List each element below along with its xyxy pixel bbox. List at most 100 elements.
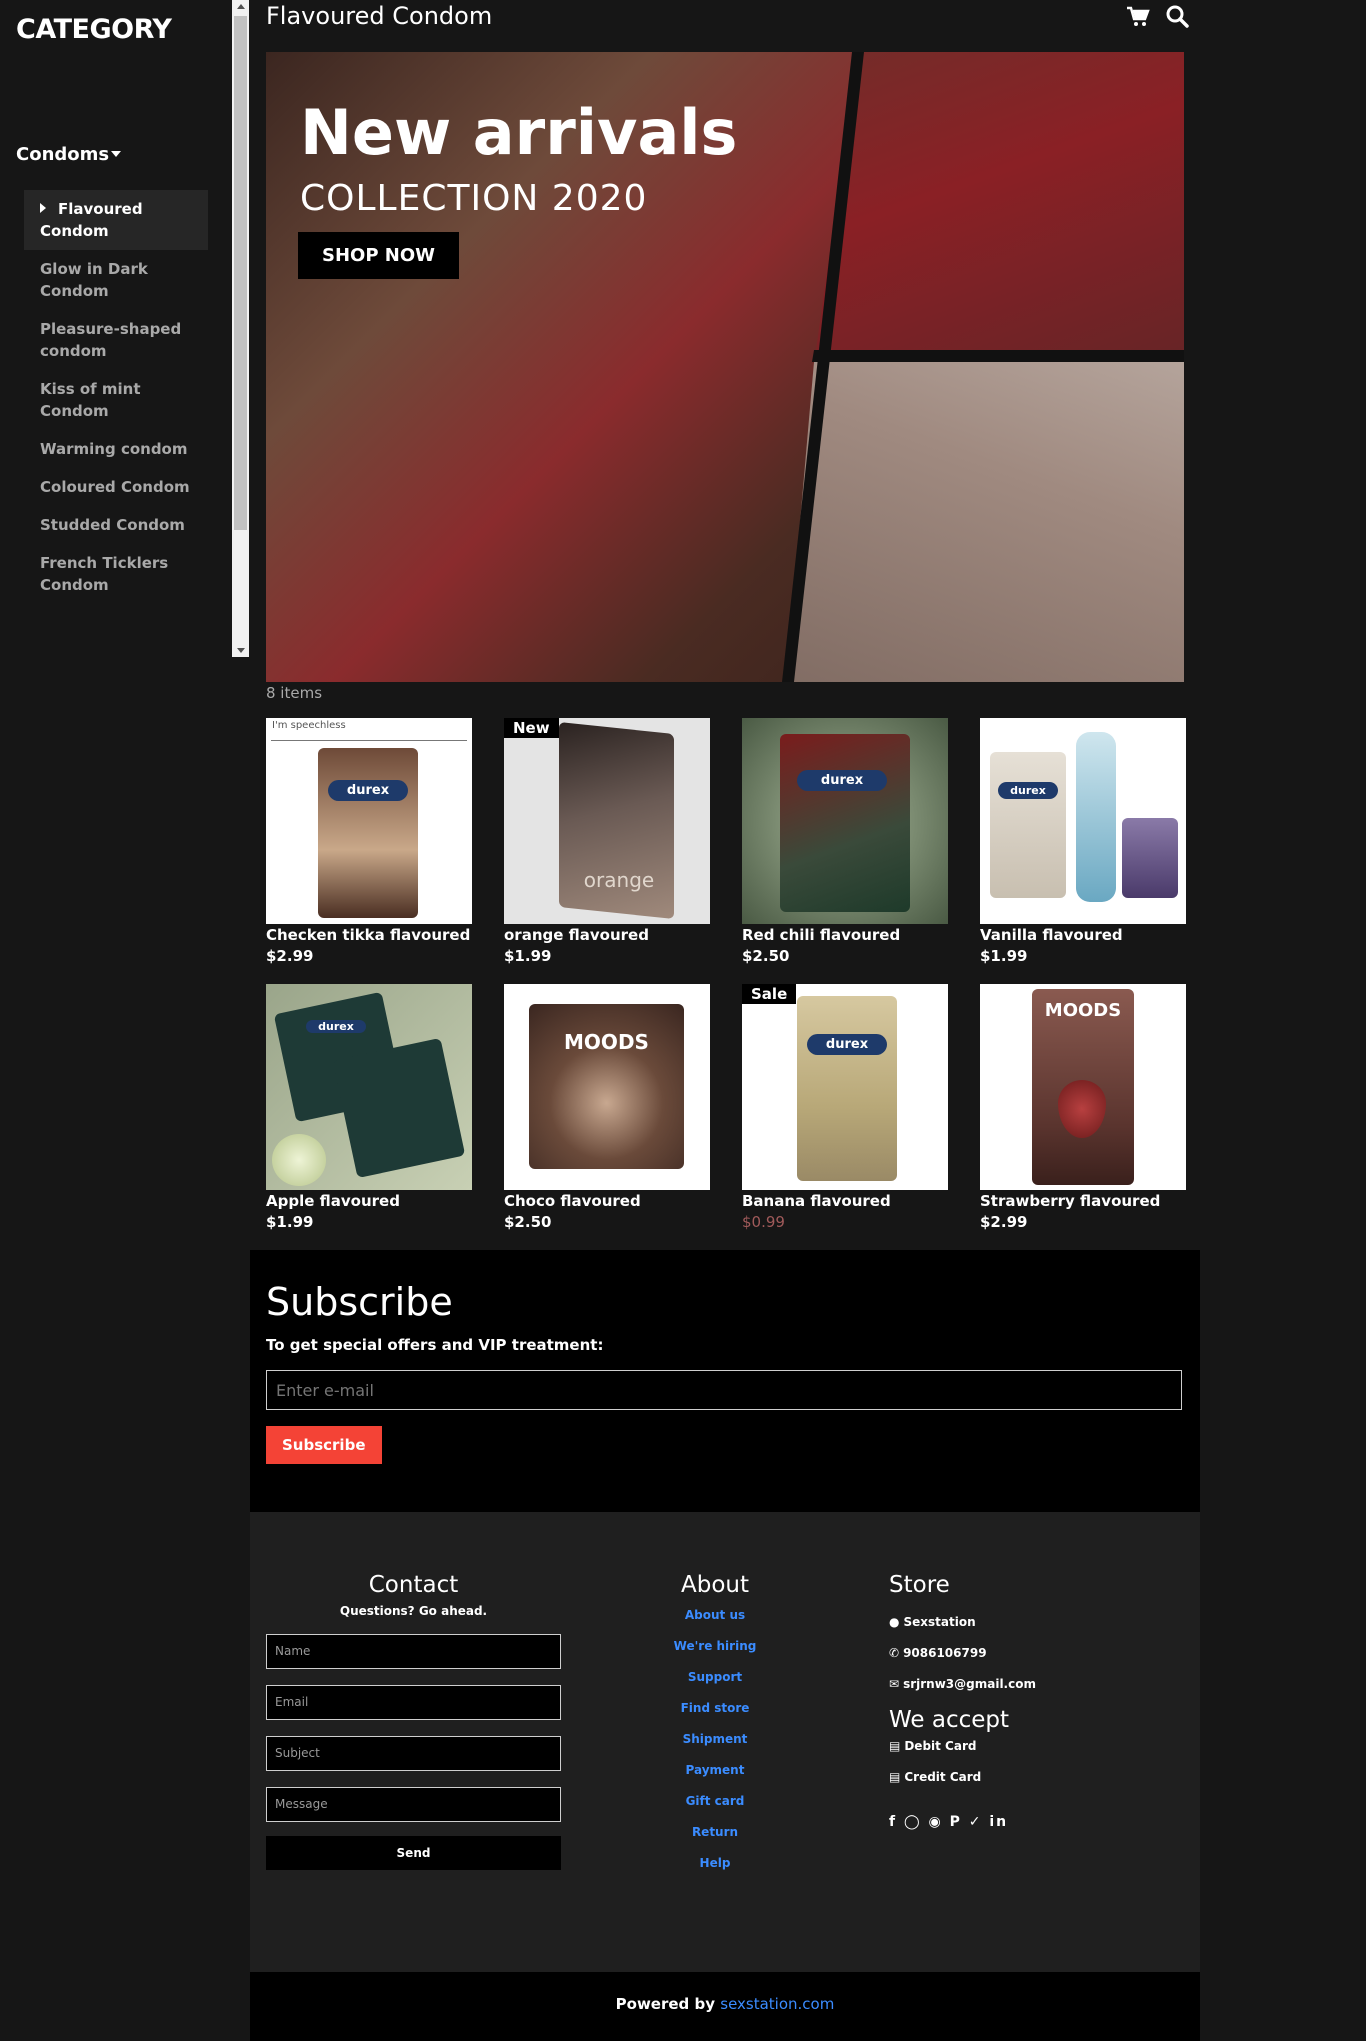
product-card[interactable]: orange New orange flavoured $1.99: [504, 718, 710, 965]
category-item-warming[interactable]: Warming condom: [24, 430, 208, 468]
product-brand-label: MOODS: [1044, 1000, 1122, 1021]
store-name: Sexstation: [903, 1615, 976, 1629]
scroll-thumb[interactable]: [234, 16, 247, 530]
product-image[interactable]: MOODS: [980, 984, 1186, 1190]
product-name[interactable]: Vanilla flavoured: [980, 926, 1186, 944]
product-badge-sale: Sale: [742, 984, 797, 1004]
product-name[interactable]: Apple flavoured: [266, 1192, 472, 1210]
product-brand-label: durex: [998, 782, 1058, 799]
product-card[interactable]: durex Red chili flavoured $2.50: [742, 718, 948, 965]
cart-icon[interactable]: [1126, 6, 1150, 32]
about-title: About: [680, 1572, 749, 1598]
accept-title: We accept: [889, 1707, 1010, 1733]
phone-number: 9086106799: [903, 1646, 987, 1660]
scroll-down-icon[interactable]: [237, 648, 245, 653]
product-brand-label: durex: [807, 1034, 887, 1055]
product-box: [318, 748, 418, 918]
product-image[interactable]: orange New: [504, 718, 710, 924]
hero-headline: New arrivals: [300, 96, 738, 169]
phone-icon: ✆: [889, 1646, 900, 1660]
product-name[interactable]: Red chili flavoured: [742, 926, 948, 944]
caret-down-icon: [111, 151, 122, 157]
product-name[interactable]: Checken tikka flavoured: [266, 926, 472, 944]
name-field[interactable]: Name: [266, 1634, 561, 1669]
product-brand-label: durex: [328, 780, 408, 801]
about-link[interactable]: Payment: [590, 1763, 840, 1777]
product-image[interactable]: durex: [742, 718, 948, 924]
product-card[interactable]: I'm speechless durex Checken tikka flavo…: [266, 718, 472, 965]
email-address: srjrnw3@gmail.com: [903, 1677, 1036, 1691]
category-item-french[interactable]: French Ticklers Condom: [24, 544, 208, 604]
product-image-caption: I'm speechless: [272, 720, 346, 731]
powered-link[interactable]: sexstation.com: [720, 1995, 834, 2013]
category-item-flavoured[interactable]: Flavoured Condom: [24, 190, 208, 250]
product-bottle: [1076, 732, 1116, 902]
product-image[interactable]: durex: [266, 984, 472, 1190]
product-box: [797, 996, 897, 1181]
contact-section: Contact Questions? Go ahead. Name Email …: [266, 1572, 561, 1870]
product-image[interactable]: I'm speechless durex: [266, 718, 472, 924]
product-price: $2.50: [504, 1213, 552, 1231]
facebook-icon[interactable]: f: [889, 1814, 897, 1830]
product-card[interactable]: MOODS Strawberry flavoured $2.99: [980, 984, 1186, 1231]
subscribe-section: Subscribe To get special offers and VIP …: [250, 1250, 1200, 1512]
product-name[interactable]: Banana flavoured: [742, 1192, 948, 1210]
about-link[interactable]: Return: [590, 1825, 840, 1839]
product-name[interactable]: Strawberry flavoured: [980, 1192, 1186, 1210]
product-image[interactable]: durex: [980, 718, 1186, 924]
product-brand-label: orange: [583, 868, 655, 892]
category-item-studded[interactable]: Studded Condom: [24, 506, 208, 544]
product-card[interactable]: durex Sale Banana flavoured $0.99: [742, 984, 948, 1231]
debit-label: Debit Card: [904, 1739, 977, 1753]
search-icon[interactable]: [1165, 4, 1189, 32]
category-item-mint[interactable]: Kiss of mint Condom: [24, 370, 208, 430]
social-links: f ◯ ◉ P ✓ in: [889, 1814, 1139, 1830]
scroll-up-icon[interactable]: [237, 4, 245, 9]
product-name[interactable]: orange flavoured: [504, 926, 710, 944]
about-link[interactable]: Shipment: [590, 1732, 840, 1746]
product-image[interactable]: durex Sale: [742, 984, 948, 1190]
category-item-pleasure[interactable]: Pleasure-shaped condom: [24, 310, 208, 370]
map-marker-icon: ●: [889, 1615, 900, 1629]
category-group-toggle[interactable]: Condoms: [16, 144, 122, 165]
about-link[interactable]: Support: [590, 1670, 840, 1684]
contact-title: Contact: [368, 1572, 459, 1598]
product-card[interactable]: durex Vanilla flavoured $1.99: [980, 718, 1186, 965]
email-input[interactable]: [266, 1370, 1182, 1410]
about-link[interactable]: Gift card: [590, 1794, 840, 1808]
credit-label: Credit Card: [904, 1770, 982, 1784]
product-badge-new: New: [504, 718, 559, 738]
instagram-icon[interactable]: ◯: [904, 1814, 922, 1830]
about-link[interactable]: We're hiring: [590, 1639, 840, 1653]
subject-field[interactable]: Subject: [266, 1736, 561, 1771]
linkedin-icon[interactable]: in: [989, 1814, 1008, 1830]
sidebar-scrollbar[interactable]: [232, 0, 249, 657]
message-field[interactable]: Message: [266, 1787, 561, 1822]
category-list: Flavoured Condom Glow in Dark Condom Ple…: [24, 190, 208, 604]
items-count: 8 items: [266, 684, 323, 702]
shop-now-button[interactable]: SHOP NOW: [298, 232, 460, 279]
category-item-coloured[interactable]: Coloured Condom: [24, 468, 208, 506]
product-image[interactable]: MOODS: [504, 984, 710, 1190]
page-title: Flavoured Condom: [266, 2, 493, 30]
product-card[interactable]: MOODS Choco flavoured $2.50: [504, 984, 710, 1231]
twitter-icon[interactable]: ✓: [969, 1814, 983, 1830]
send-button[interactable]: Send: [266, 1836, 561, 1870]
email-field[interactable]: Email: [266, 1685, 561, 1720]
subscribe-button[interactable]: Subscribe: [266, 1426, 382, 1464]
category-item-label: Flavoured Condom: [40, 200, 143, 240]
product-name[interactable]: Choco flavoured: [504, 1192, 710, 1210]
category-title: CATEGORY: [16, 14, 172, 45]
category-item-glow[interactable]: Glow in Dark Condom: [24, 250, 208, 310]
snapchat-icon[interactable]: ◉: [929, 1814, 943, 1830]
about-link[interactable]: Find store: [590, 1701, 840, 1715]
product-brand-label: MOODS: [564, 1030, 649, 1054]
envelope-icon: ✉: [889, 1677, 900, 1691]
product-box: [780, 734, 910, 912]
about-link[interactable]: About us: [590, 1608, 840, 1622]
pinterest-icon[interactable]: P: [950, 1814, 962, 1830]
credit-card: ▤ Credit Card: [889, 1770, 1139, 1784]
product-card[interactable]: durex Apple flavoured $1.99: [266, 984, 472, 1231]
about-link[interactable]: Help: [590, 1856, 840, 1870]
product-price: $2.99: [980, 1213, 1028, 1231]
